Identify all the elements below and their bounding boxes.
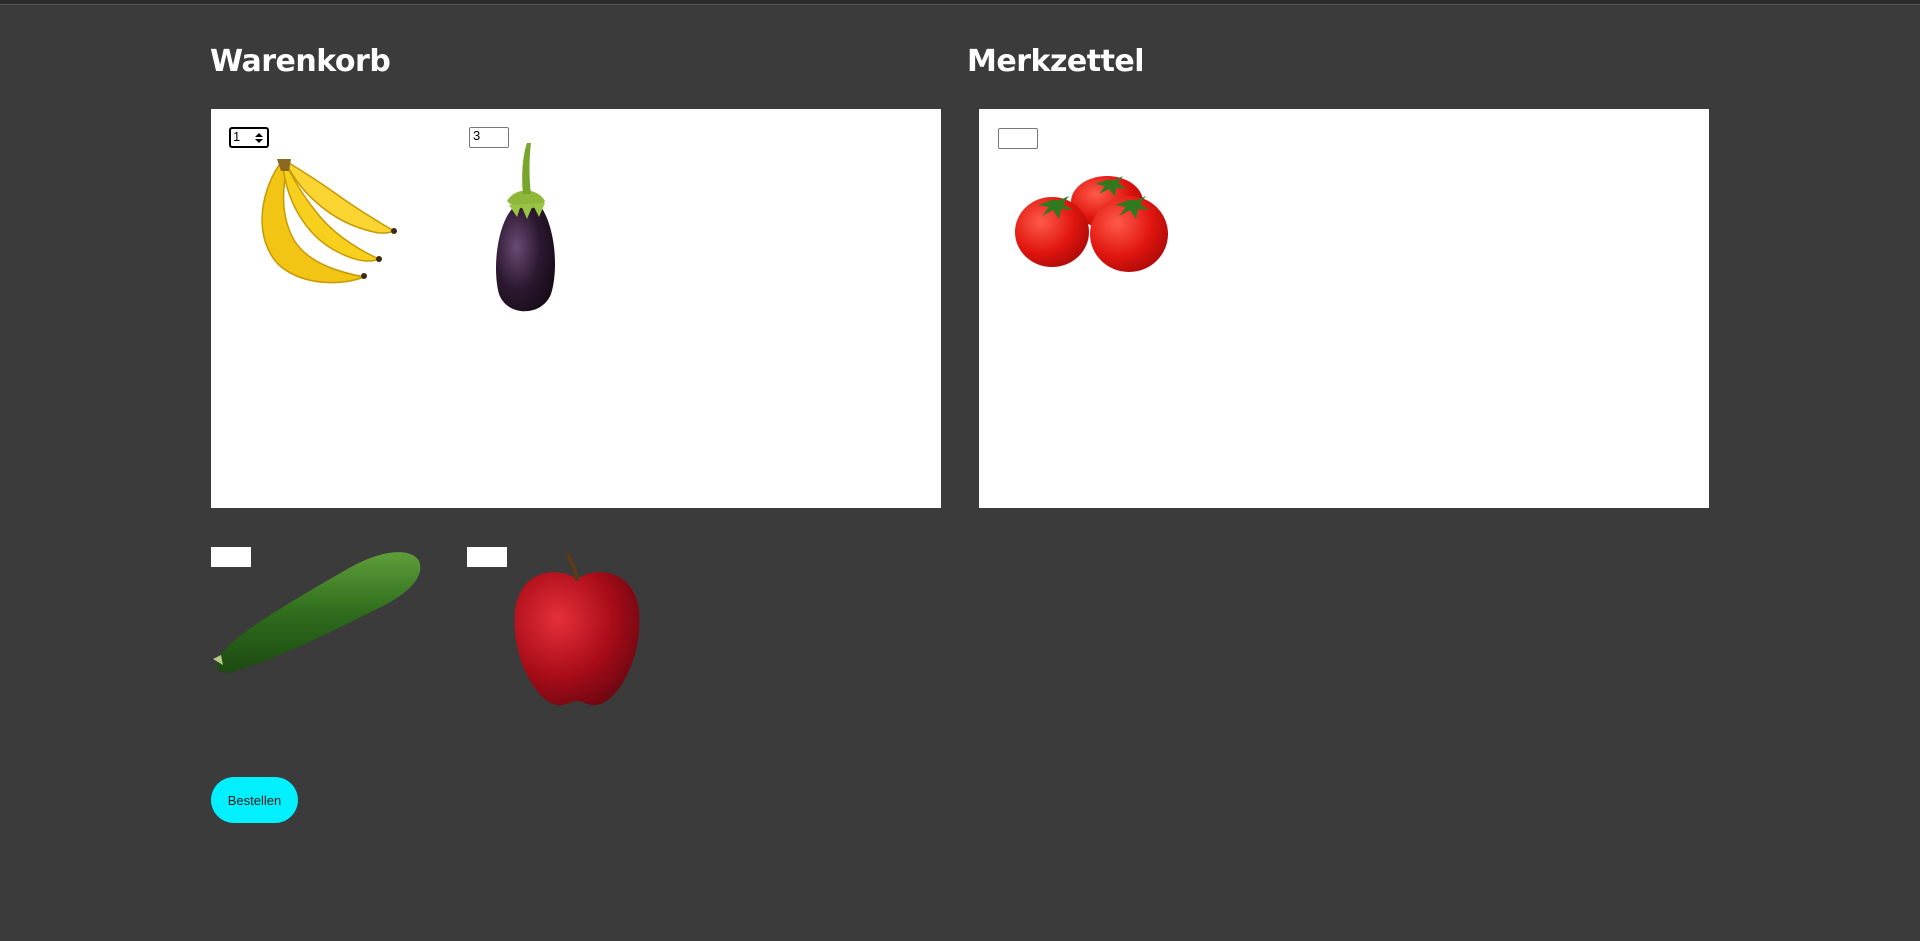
cart-dropzone[interactable]: 1 3 <box>211 109 941 508</box>
window-top-border <box>0 0 1920 5</box>
quantity-input[interactable] <box>467 547 507 567</box>
cart-item-banana[interactable]: 1 <box>229 127 419 287</box>
tomato-icon[interactable] <box>1014 174 1170 278</box>
wishlist-item-tomato[interactable] <box>998 128 1168 278</box>
available-item-apple[interactable] <box>467 547 647 712</box>
apple-icon[interactable] <box>511 553 643 709</box>
order-button[interactable]: Bestellen <box>211 777 298 823</box>
spinner-arrows-icon[interactable] <box>255 132 263 144</box>
available-item-cucumber[interactable] <box>211 547 431 677</box>
cucumber-icon[interactable] <box>211 547 431 677</box>
wishlist-dropzone[interactable] <box>979 109 1709 508</box>
wishlist-title: Merkzettel <box>967 44 1145 79</box>
cart-title: Warenkorb <box>210 44 391 79</box>
banana-icon[interactable] <box>249 155 399 290</box>
quantity-input[interactable] <box>998 128 1038 149</box>
cart-item-eggplant[interactable]: 3 <box>469 127 579 317</box>
quantity-stepper[interactable]: 1 <box>229 127 269 148</box>
eggplant-icon[interactable] <box>487 139 567 319</box>
